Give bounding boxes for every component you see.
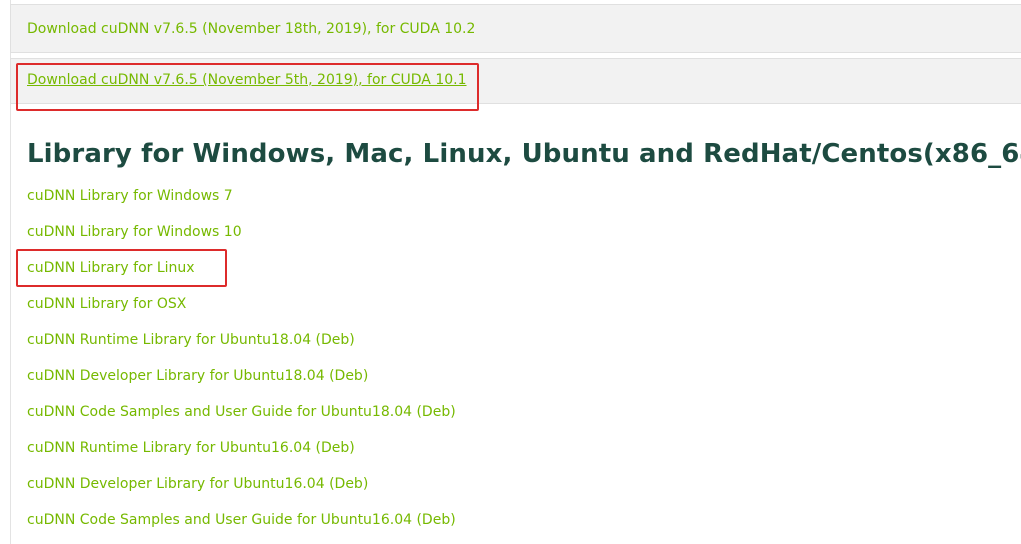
cudnn-developer-ubuntu1604-link[interactable]: cuDNN Developer Library for Ubuntu16.04 …: [27, 476, 368, 492]
section-heading: Library for Windows, Mac, Linux, Ubuntu …: [27, 139, 1021, 169]
download-cudnn-cuda-10-2-link[interactable]: Download cuDNN v7.6.5 (November 18th, 20…: [27, 21, 475, 37]
list-item: cuDNN Runtime Library for Ubuntu18.04 (D…: [27, 330, 456, 366]
cudnn-osx-link[interactable]: cuDNN Library for OSX: [27, 296, 186, 312]
cudnn-runtime-ubuntu1604-link[interactable]: cuDNN Runtime Library for Ubuntu16.04 (D…: [27, 440, 355, 456]
list-item: cuDNN Runtime Library for Ubuntu16.04 (D…: [27, 438, 456, 474]
list-item: cuDNN Developer Library for Ubuntu16.04 …: [27, 474, 456, 510]
list-item: cuDNN Code Samples and User Guide for Ub…: [27, 510, 456, 544]
cudnn-windows-7-link[interactable]: cuDNN Library for Windows 7: [27, 188, 233, 204]
cudnn-samples-ubuntu1604-link[interactable]: cuDNN Code Samples and User Guide for Ub…: [27, 512, 456, 528]
cudnn-linux-link[interactable]: cuDNN Library for Linux: [27, 260, 195, 276]
list-item: cuDNN Library for Linux: [27, 258, 456, 294]
list-item: cuDNN Code Samples and User Guide for Ub…: [27, 402, 456, 438]
cudnn-runtime-ubuntu1804-link[interactable]: cuDNN Runtime Library for Ubuntu18.04 (D…: [27, 332, 355, 348]
cudnn-windows-10-link[interactable]: cuDNN Library for Windows 10: [27, 224, 242, 240]
download-cudnn-cuda-10-1-link[interactable]: Download cuDNN v7.6.5 (November 5th, 201…: [27, 72, 467, 88]
list-item: cuDNN Library for Windows 10: [27, 222, 456, 258]
cudnn-samples-ubuntu1804-link[interactable]: cuDNN Code Samples and User Guide for Ub…: [27, 404, 456, 420]
download-page: Download cuDNN v7.6.5 (November 18th, 20…: [0, 0, 1021, 544]
list-item: cuDNN Developer Library for Ubuntu18.04 …: [27, 366, 456, 402]
cudnn-developer-ubuntu1804-link[interactable]: cuDNN Developer Library for Ubuntu18.04 …: [27, 368, 368, 384]
library-link-list: cuDNN Library for Windows 7 cuDNN Librar…: [27, 186, 456, 544]
download-bar-cuda-10-2[interactable]: Download cuDNN v7.6.5 (November 18th, 20…: [10, 4, 1021, 53]
list-item: cuDNN Library for Windows 7: [27, 186, 456, 222]
list-item: cuDNN Library for OSX: [27, 294, 456, 330]
download-bar-cuda-10-1[interactable]: Download cuDNN v7.6.5 (November 5th, 201…: [10, 58, 1021, 104]
